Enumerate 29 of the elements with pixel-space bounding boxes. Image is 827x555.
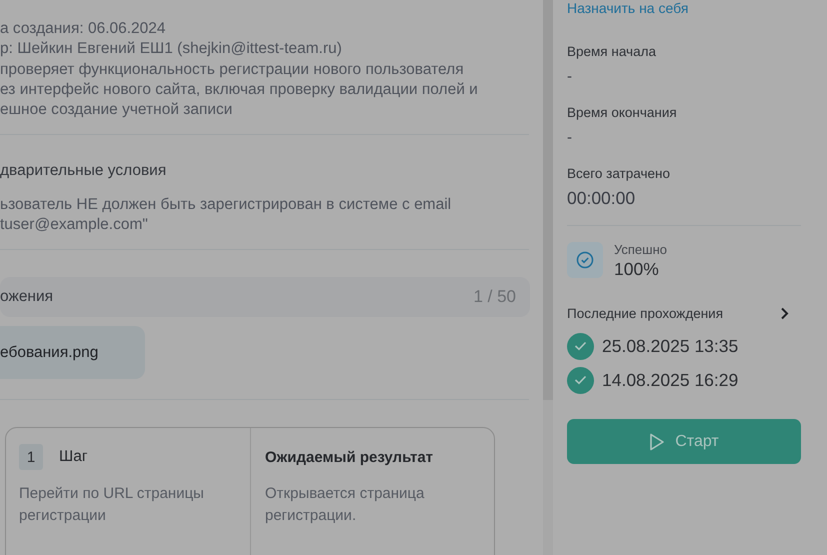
expected-result-text: Открывается страница регистрации. (265, 484, 426, 526)
description-line: р: Шейкин Евгений ЕШ1 (shejkin@ittest-team.ru) (0, 39, 343, 60)
field-value: 00:00:00 (567, 188, 636, 208)
description-line: ез интерфейс нового сайта, включая проверку валидации полей и (0, 80, 479, 100)
preconditions-text: ьзователь НЕ должен быть зарегистрирован в системе с email tuser@example.com" (0, 195, 452, 236)
column-header: Шаг (59, 448, 88, 466)
attachment-file[interactable]: ебования.png (0, 326, 145, 380)
field-label: Время окончания (567, 104, 678, 122)
attachments-count: 1 / 50 (473, 287, 516, 308)
run-datetime[interactable]: 14.08.2025 16:29 (602, 370, 738, 390)
chevron-right-icon[interactable] (780, 307, 789, 320)
field-label: Время начала (567, 43, 657, 61)
success-value: 100% (614, 258, 660, 280)
description-line: ешное создание учетной записи (0, 100, 234, 120)
attachments-header[interactable]: ожения 1 / 50 (0, 277, 530, 318)
success-label: Успешно (614, 242, 667, 258)
recent-runs-title: Последние прохождения (567, 306, 724, 321)
field-label: Всего затрачено (567, 165, 671, 183)
column-header: Ожидаемый результат (265, 448, 434, 466)
step-number: 1 (19, 444, 43, 470)
attachments-title: ожения (0, 288, 54, 306)
field-value: - (567, 67, 573, 87)
step-text: Перейти по URL страницы регистрации (19, 484, 205, 526)
field-value: - (567, 128, 573, 148)
description-line: проверяет функциональность регистрации нового пользователя (0, 60, 465, 80)
play-icon (649, 432, 666, 450)
run-datetime[interactable]: 25.08.2025 13:35 (602, 336, 738, 356)
description-line: а создания: 06.06.2024 (0, 19, 167, 39)
section-title: дварительные условия (0, 161, 168, 182)
